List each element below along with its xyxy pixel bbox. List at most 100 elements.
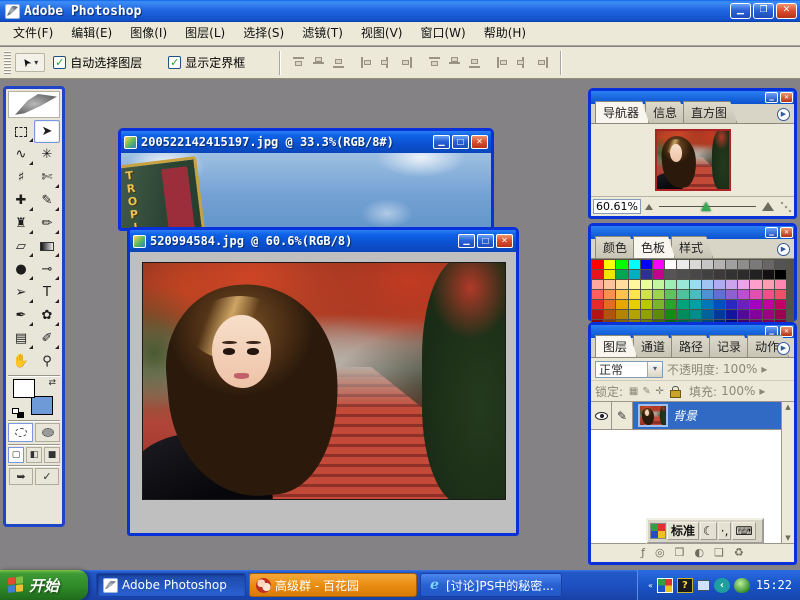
show-bounding-box-checkbox[interactable]: ✓ [168, 56, 181, 69]
color-swatch[interactable] [653, 280, 664, 289]
swap-colors-icon[interactable]: ⇄ [48, 378, 56, 388]
color-swatch[interactable] [690, 310, 701, 319]
color-swatch[interactable] [653, 300, 664, 309]
lock-position-icon[interactable]: ✛ [653, 386, 666, 397]
delete-layer-button[interactable]: ♻ [734, 545, 744, 561]
layer-row-background[interactable]: ✎ 背景 [591, 402, 794, 430]
color-swatch[interactable] [677, 310, 688, 319]
swatches-tab-1[interactable]: 色板 [633, 236, 675, 258]
adjustment-layer-button[interactable]: ◐ [695, 545, 705, 561]
menu-item-3[interactable]: 图层(L) [176, 22, 234, 45]
navigator-tab-1[interactable]: 信息 [645, 101, 687, 123]
tool-blur[interactable]: ● [8, 258, 34, 281]
color-swatch[interactable] [604, 300, 615, 309]
doc-back-minimize-button[interactable]: ▁ [433, 135, 450, 149]
color-swatch[interactable] [702, 290, 713, 299]
ime-punctuation-icon[interactable]: ·, [718, 522, 732, 540]
color-swatch[interactable] [641, 300, 652, 309]
navigator-tab-2[interactable]: 直方图 [683, 101, 737, 123]
ime-keyboard-icon[interactable]: ⌨ [732, 522, 755, 540]
color-swatch[interactable] [750, 270, 761, 279]
app-close-button[interactable]: ✕ [776, 3, 797, 19]
color-swatch[interactable] [665, 290, 676, 299]
color-swatch[interactable] [763, 290, 774, 299]
ime-fullwidth-icon[interactable]: ☾ [700, 522, 717, 540]
color-swatch[interactable] [592, 290, 603, 299]
color-swatch[interactable] [677, 300, 688, 309]
swatches-minimize-button[interactable]: ▁ [765, 227, 778, 238]
distribute-left-edges-button[interactable] [493, 53, 511, 72]
doc-front-close-button[interactable]: ✕ [496, 234, 513, 248]
color-swatch[interactable] [592, 270, 603, 279]
color-swatch[interactable] [690, 300, 701, 309]
network-tray-icon[interactable] [697, 580, 710, 591]
color-swatch[interactable] [726, 280, 737, 289]
color-swatch[interactable] [702, 280, 713, 289]
tool-gradient[interactable] [34, 235, 60, 258]
menu-item-2[interactable]: 图像(I) [121, 22, 176, 45]
color-swatch[interactable] [690, 280, 701, 289]
color-swatch[interactable] [653, 310, 664, 319]
tool-path-selection[interactable]: ➢ [8, 281, 34, 304]
color-swatch[interactable] [763, 270, 774, 279]
navigator-proxy-view[interactable] [655, 129, 731, 191]
menu-item-8[interactable]: 帮助(H) [475, 22, 535, 45]
color-swatch[interactable] [738, 300, 749, 309]
layers-tab-0[interactable]: 图层 [595, 335, 637, 357]
blend-mode-select[interactable]: 正常 ▾ [595, 361, 663, 378]
tool-rectangular-marquee[interactable] [8, 120, 34, 143]
color-swatch[interactable] [750, 280, 761, 289]
color-swatch[interactable] [775, 300, 786, 309]
align-top-edges-button[interactable] [289, 53, 307, 72]
color-swatch[interactable] [714, 270, 725, 279]
distribute-right-edges-button[interactable] [533, 53, 551, 72]
doc-back-close-button[interactable]: ✕ [471, 135, 488, 149]
opacity-arrow-icon[interactable]: ▸ [761, 362, 767, 376]
zoom-out-icon[interactable] [645, 204, 653, 210]
navigator-minimize-button[interactable]: ▁ [765, 92, 778, 103]
fill-value[interactable]: 100% [721, 384, 755, 398]
color-swatch[interactable] [726, 290, 737, 299]
tool-pen[interactable]: ✒ [8, 304, 34, 327]
navigator-palette-menu-icon[interactable]: ▶ [777, 108, 790, 121]
auto-select-layer-checkbox[interactable]: ✓ [53, 56, 66, 69]
swatches-close-button[interactable]: ✕ [780, 227, 793, 238]
layers-palette-menu-icon[interactable]: ▶ [777, 342, 790, 355]
color-swatch[interactable] [629, 260, 640, 269]
color-swatch[interactable] [690, 290, 701, 299]
color-swatch[interactable] [738, 260, 749, 269]
color-swatch[interactable] [604, 280, 615, 289]
menu-item-5[interactable]: 滤镜(T) [293, 22, 352, 45]
doc-front-minimize-button[interactable]: ▁ [458, 234, 475, 248]
menu-item-7[interactable]: 窗口(W) [411, 22, 474, 45]
task-button-qq[interactable]: 高级群 - 百花园 [249, 573, 417, 597]
distribute-vertical-centers-button[interactable] [445, 53, 463, 72]
color-swatch[interactable] [738, 290, 749, 299]
color-swatch[interactable] [702, 270, 713, 279]
color-swatch[interactable] [714, 300, 725, 309]
tool-zoom[interactable]: ⚲ [34, 350, 60, 373]
lock-all-icon[interactable] [670, 386, 679, 396]
layer-style-button[interactable]: ƒ [641, 545, 645, 561]
options-bar-grip[interactable] [4, 51, 11, 75]
color-swatch[interactable] [714, 290, 725, 299]
foreground-color-swatch[interactable] [13, 379, 35, 398]
start-button[interactable]: 开始 [0, 570, 88, 600]
jump-check-button[interactable]: ✓ [35, 468, 59, 485]
color-swatch[interactable] [653, 260, 664, 269]
ime-mode-button[interactable]: 标准 [667, 522, 699, 540]
swatches-palette-menu-icon[interactable]: ▶ [777, 243, 790, 256]
help-tray-icon[interactable]: ? [677, 578, 693, 593]
color-swatch[interactable] [641, 290, 652, 299]
document-window-front[interactable]: 520994584.jpg @ 60.6%(RGB/8) ▁ □ ✕ [127, 227, 519, 536]
tool-dodge[interactable]: ⊸ [34, 258, 60, 281]
color-swatch[interactable] [726, 270, 737, 279]
align-right-edges-button[interactable] [397, 53, 415, 72]
color-swatch[interactable] [604, 310, 615, 319]
tool-custom-shape[interactable]: ✿ [34, 304, 60, 327]
menu-item-4[interactable]: 选择(S) [234, 22, 293, 45]
color-swatch[interactable] [750, 300, 761, 309]
color-swatch[interactable] [592, 280, 603, 289]
color-swatch[interactable] [714, 280, 725, 289]
color-swatch[interactable] [677, 280, 688, 289]
